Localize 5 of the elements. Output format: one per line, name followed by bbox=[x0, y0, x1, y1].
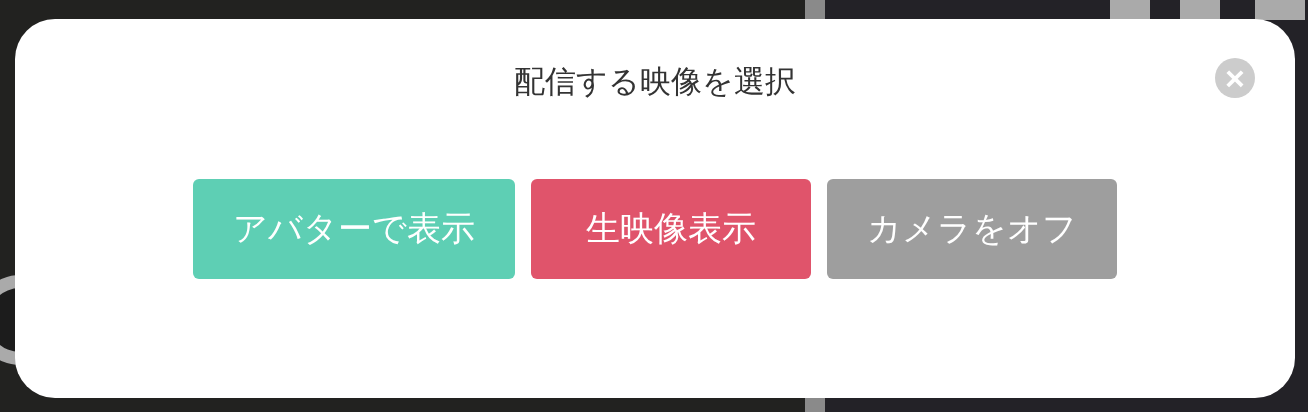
option-button[interactable]: カメラをオフ bbox=[827, 179, 1117, 279]
option-button[interactable]: 生映像表示 bbox=[531, 179, 811, 279]
dialog-title: 配信する映像を選択 bbox=[514, 62, 796, 101]
close-button[interactable]: × bbox=[1215, 58, 1255, 98]
option-button[interactable]: アバターで表示 bbox=[193, 179, 515, 279]
